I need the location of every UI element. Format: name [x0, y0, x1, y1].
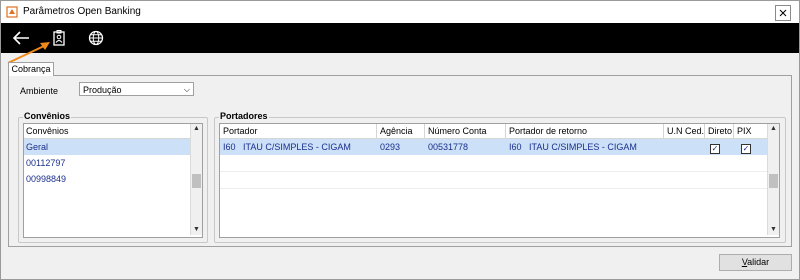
tab-cobranca[interactable]: Cobrança: [8, 62, 54, 76]
globe-button[interactable]: [85, 27, 107, 49]
scroll-down-icon[interactable]: ▼: [191, 225, 202, 235]
direto-checkbox[interactable]: ✓: [710, 139, 720, 155]
ambiente-select[interactable]: Produção ⌵: [79, 82, 194, 96]
validar-label: alidar: [747, 257, 770, 267]
scroll-thumb[interactable]: [192, 174, 201, 188]
pix-checkbox[interactable]: ✓: [741, 139, 751, 155]
portadores-header: Portador Agência Número Conta Portador d…: [220, 124, 779, 139]
empty-row: [220, 155, 779, 172]
col-portador[interactable]: Portador: [220, 124, 258, 138]
col-agencia[interactable]: Agência: [376, 124, 413, 138]
convenios-scrollbar[interactable]: ▲ ▼: [190, 124, 202, 235]
app-icon: [6, 6, 18, 18]
list-item[interactable]: Geral: [24, 139, 202, 155]
list-item[interactable]: 00112797: [24, 155, 202, 171]
list-item[interactable]: 00998849: [24, 171, 202, 187]
cell-retorno: I60 ITAU C/SIMPLES - CIGAM: [509, 142, 637, 152]
title-bar: Parâmetros Open Banking: [1, 1, 799, 23]
scroll-thumb[interactable]: [769, 174, 778, 188]
convenios-list[interactable]: Convênios Geral 00112797 00998849 ▲ ▼: [23, 123, 203, 238]
toolbar: [1, 23, 799, 53]
close-button[interactable]: [775, 5, 791, 21]
convenios-column-header[interactable]: Convênios: [24, 124, 202, 139]
cell-agencia: 0293: [380, 142, 401, 152]
convenios-group-title: Convênios: [23, 111, 72, 121]
cell-conta: 00531778: [428, 142, 469, 152]
window-title: Parâmetros Open Banking: [23, 6, 141, 17]
col-un-ced[interactable]: U.N Ced.: [663, 124, 704, 138]
ambiente-label: Ambiente: [20, 86, 59, 96]
validar-button[interactable]: Validar: [719, 254, 792, 271]
check-icon: ✓: [741, 144, 751, 154]
col-portador-retorno[interactable]: Portador de retorno: [505, 124, 587, 138]
portadores-table[interactable]: Portador Agência Número Conta Portador d…: [219, 123, 780, 238]
ambiente-value: Produção: [83, 85, 122, 95]
scroll-up-icon[interactable]: ▲: [191, 124, 202, 134]
arrow-left-icon: [12, 31, 29, 45]
portadores-scrollbar[interactable]: ▲ ▼: [767, 124, 779, 235]
empty-row: [220, 172, 779, 189]
col-pix[interactable]: PIX: [733, 124, 752, 138]
table-row[interactable]: I60 ITAU C/SIMPLES - CIGAM 0293 00531778…: [220, 139, 779, 155]
scroll-down-icon[interactable]: ▼: [768, 225, 779, 235]
globe-icon: [88, 30, 104, 46]
portadores-group-title: Portadores: [219, 111, 269, 121]
close-icon: [779, 9, 787, 17]
scroll-up-icon[interactable]: ▲: [768, 124, 779, 134]
check-icon: ✓: [710, 144, 720, 154]
col-numero-conta[interactable]: Número Conta: [424, 124, 487, 138]
chevron-down-icon: ⌵: [183, 85, 190, 94]
back-button[interactable]: [10, 27, 32, 49]
cell-portador: I60 ITAU C/SIMPLES - CIGAM: [223, 142, 351, 152]
col-direto[interactable]: Direto: [704, 124, 732, 138]
id-badge-icon: [53, 30, 65, 46]
badge-button[interactable]: [48, 27, 70, 49]
